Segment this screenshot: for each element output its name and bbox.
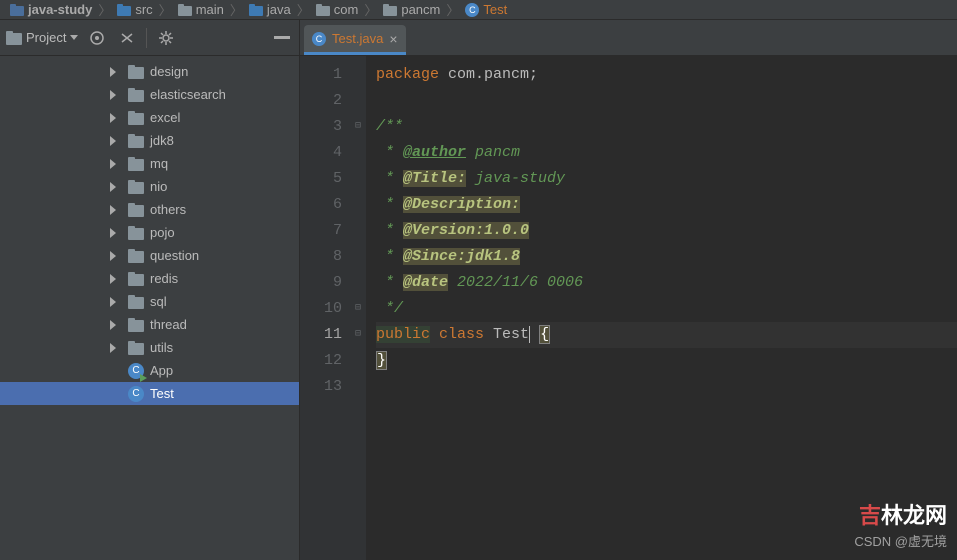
chevron-right-icon: 〉 — [297, 0, 310, 19]
breadcrumb-item[interactable]: com — [314, 2, 361, 17]
tree-item-label: jdk8 — [150, 133, 174, 148]
chevron-right-icon: 〉 — [230, 0, 243, 19]
tree-item-nio[interactable]: nio — [0, 175, 299, 198]
tree-item-redis[interactable]: redis — [0, 267, 299, 290]
chevron-right-icon: 〉 — [364, 0, 377, 19]
breadcrumb-item[interactable]: CTest — [463, 2, 509, 17]
tree-item-thread[interactable]: thread — [0, 313, 299, 336]
collapse-icon[interactable] — [116, 27, 138, 49]
tab-file[interactable]: C Test.java × — [304, 25, 406, 55]
breadcrumb-item[interactable]: pancm — [381, 2, 442, 17]
tree-item-question[interactable]: question — [0, 244, 299, 267]
code-body[interactable]: package com.pancm;/** * @author pancm * … — [366, 56, 957, 560]
class-icon: C — [312, 32, 326, 46]
line-gutter[interactable]: 12345678910111213 — [300, 56, 350, 560]
tree-item-label: question — [150, 248, 199, 263]
breadcrumb-item[interactable]: src — [115, 2, 154, 17]
target-icon[interactable] — [86, 27, 108, 49]
tree-item-app[interactable]: CApp — [0, 359, 299, 382]
tree-item-jdk8[interactable]: jdk8 — [0, 129, 299, 152]
tree-item-excel[interactable]: excel — [0, 106, 299, 129]
tree-item-label: excel — [150, 110, 180, 125]
project-view-selector[interactable]: Project — [6, 30, 78, 45]
tree-item-label: utils — [150, 340, 173, 355]
tree-item-label: design — [150, 64, 188, 79]
gear-icon[interactable] — [155, 27, 177, 49]
fold-gutter[interactable]: ⊟⊟⊟ — [350, 56, 366, 560]
tree-item-test[interactable]: CTest — [0, 382, 299, 405]
tree-item-label: redis — [150, 271, 178, 286]
tree-item-label: sql — [150, 294, 167, 309]
code-editor[interactable]: 12345678910111213 ⊟⊟⊟ package com.pancm;… — [300, 56, 957, 560]
breadcrumb-item[interactable]: java-study — [8, 2, 94, 17]
breadcrumb-item[interactable]: java — [247, 2, 293, 17]
tree-item-label: mq — [150, 156, 168, 171]
watermark-site: 吉林龙网 — [859, 498, 947, 530]
project-sidebar: Project design elasticsearch excel jdk8 mq ni… — [0, 20, 300, 560]
tree-item-design[interactable]: design — [0, 60, 299, 83]
tree-item-others[interactable]: others — [0, 198, 299, 221]
tree-item-label: Test — [150, 386, 174, 401]
breadcrumb-item[interactable]: main — [176, 2, 226, 17]
tree-item-label: nio — [150, 179, 167, 194]
tree-item-label: App — [150, 363, 173, 378]
project-toolbar: Project — [0, 20, 299, 56]
tree-item-utils[interactable]: utils — [0, 336, 299, 359]
tree-item-elasticsearch[interactable]: elasticsearch — [0, 83, 299, 106]
watermark-csdn: CSDN @虚无境 — [854, 531, 947, 550]
chevron-right-icon: 〉 — [446, 0, 459, 19]
minimize-icon[interactable] — [271, 27, 293, 49]
project-tree[interactable]: design elasticsearch excel jdk8 mq nio others p… — [0, 56, 299, 560]
tree-item-label: thread — [150, 317, 187, 332]
tree-item-mq[interactable]: mq — [0, 152, 299, 175]
chevron-right-icon: 〉 — [159, 0, 172, 19]
tree-item-label: pojo — [150, 225, 175, 240]
chevron-right-icon: 〉 — [98, 0, 111, 19]
editor-tabs: C Test.java × — [300, 20, 957, 56]
tab-title: Test.java — [332, 31, 383, 46]
tree-item-pojo[interactable]: pojo — [0, 221, 299, 244]
breadcrumb: java-study〉 src〉 main〉 java〉 com〉 pancm〉… — [0, 0, 957, 20]
tree-item-label: elasticsearch — [150, 87, 226, 102]
tree-item-sql[interactable]: sql — [0, 290, 299, 313]
tree-item-label: others — [150, 202, 186, 217]
close-icon[interactable]: × — [389, 31, 397, 47]
editor-area: C Test.java × 12345678910111213 ⊟⊟⊟ pack… — [300, 20, 957, 560]
